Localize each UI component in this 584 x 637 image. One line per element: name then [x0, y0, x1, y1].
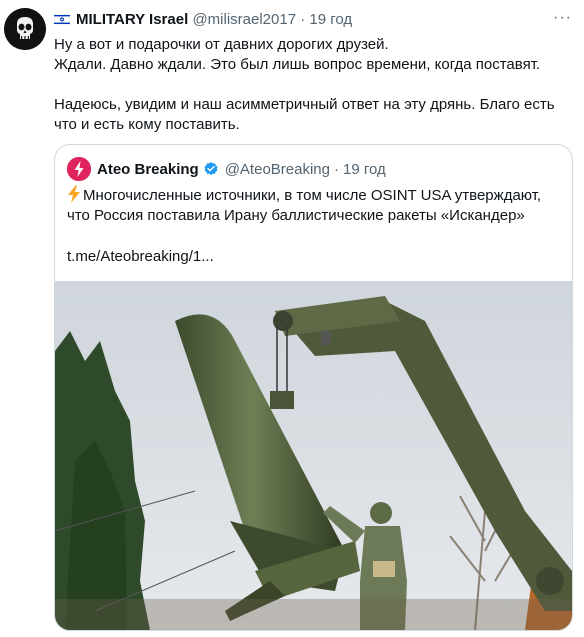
- tweet-timestamp[interactable]: 19 год: [309, 11, 352, 28]
- avatar[interactable]: [4, 8, 46, 50]
- quoted-separator-dot: ·: [334, 160, 339, 178]
- ateo-logo-icon: [67, 157, 91, 181]
- missile-launcher-image: [55, 281, 572, 630]
- tweet-text: Ну а вот и подарочки от давних дорогих д…: [54, 36, 555, 133]
- quoted-tweet-text: Многочисленные источники, в том числе OS…: [67, 187, 542, 224]
- quoted-avatar[interactable]: [67, 157, 91, 181]
- author-name[interactable]: MILITARY Israel: [76, 11, 188, 28]
- verified-badge-icon: [204, 162, 218, 176]
- quoted-author-name[interactable]: Ateo Breaking: [97, 161, 199, 178]
- quoted-tweet-header: Ateo Breaking @AteoBreaking · 19 год: [67, 157, 386, 181]
- quoted-tweet[interactable]: Ateo Breaking @AteoBreaking · 19 год Мно…: [54, 144, 573, 631]
- lightning-icon: [68, 185, 80, 203]
- separator-dot: ·: [300, 11, 306, 28]
- more-icon[interactable]: ···: [553, 9, 572, 27]
- tweet[interactable]: MILITARY Israel @milisrael2017 · 19 год …: [0, 0, 584, 637]
- quoted-tweet-link[interactable]: t.me/Ateobreaking/1...: [67, 247, 214, 267]
- quoted-photo[interactable]: [55, 281, 572, 630]
- skull-avatar-icon: [4, 8, 46, 50]
- quoted-author-handle[interactable]: @AteoBreaking: [225, 161, 330, 178]
- quoted-timestamp[interactable]: 19 год: [343, 161, 386, 178]
- author-handle[interactable]: @milisrael2017: [192, 11, 296, 28]
- tweet-header: MILITARY Israel @milisrael2017 · 19 год: [54, 11, 572, 31]
- quoted-tweet-text-block: Многочисленные источники, в том числе OS…: [67, 185, 561, 226]
- israel-flag-icon: [54, 14, 70, 25]
